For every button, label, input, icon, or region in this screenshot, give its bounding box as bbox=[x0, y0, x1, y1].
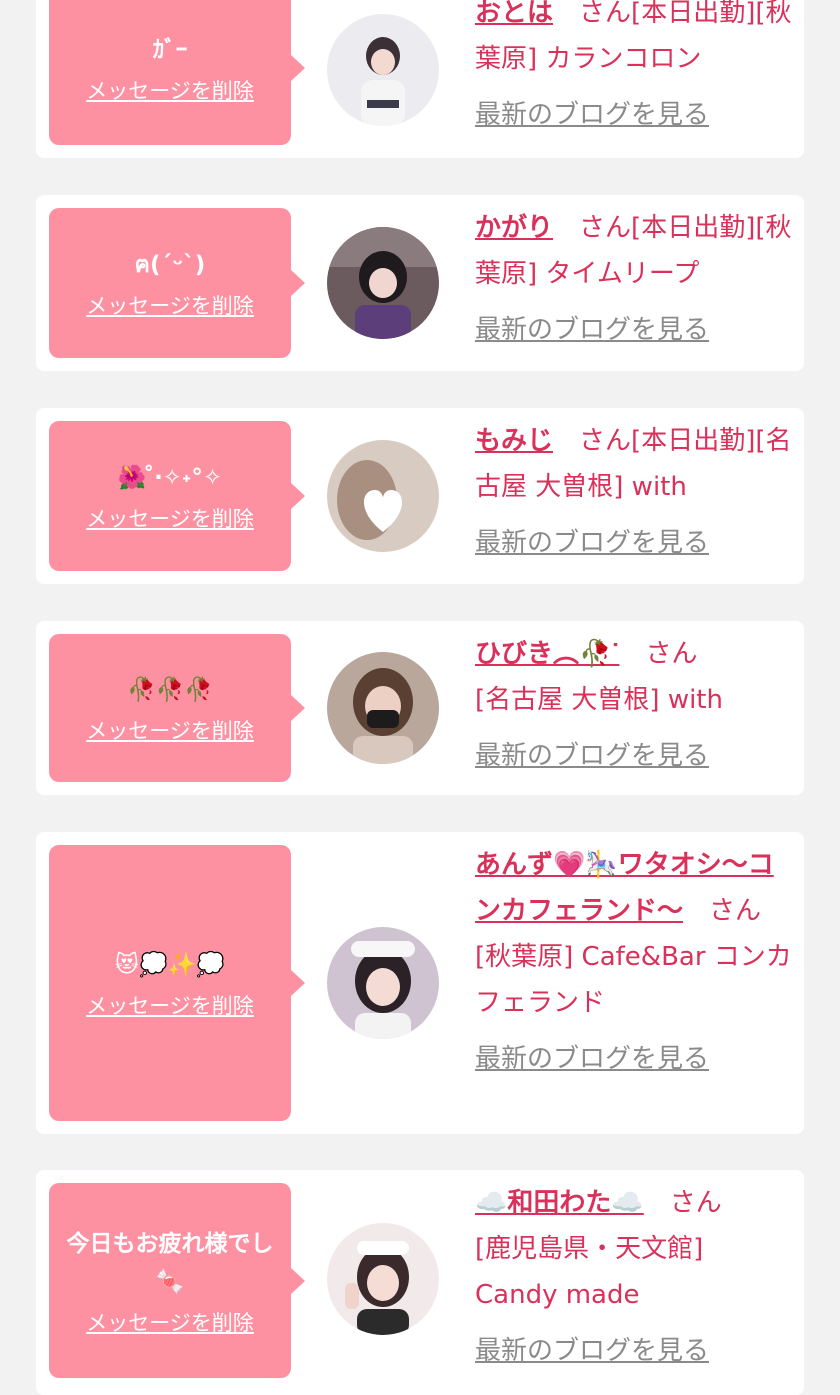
honorific: さん bbox=[709, 896, 762, 926]
cast-info: あんず💗🎠ワタオシ〜コンカフェランド〜 さん [秋葉原] Cafe&Bar コンカ… bbox=[475, 842, 795, 1082]
message-bubble: 😻💭✨💭 メッセージを削除 bbox=[49, 845, 305, 1121]
message-card: 🥀🥀🥀 メッセージを削除 ひびき︵🥀ᐝ さん [名古屋 大曽根] with 最新の… bbox=[36, 621, 804, 795]
message-text: ｶﾞｰ bbox=[152, 36, 188, 63]
delete-message-link[interactable]: メッセージを削除 bbox=[86, 290, 254, 320]
latest-blog-link[interactable]: 最新のブログを見る bbox=[475, 92, 795, 138]
cast-name-link[interactable]: かがり bbox=[475, 213, 553, 243]
avatar[interactable] bbox=[327, 440, 439, 552]
message-card: ฅ(ˊᵕˋ) メッセージを削除 かがり さん[本日出勤][秋葉原] タイムリープ… bbox=[36, 195, 804, 371]
latest-blog-link[interactable]: 最新のブログを見る bbox=[475, 520, 795, 566]
delete-message-link[interactable]: メッセージを削除 bbox=[86, 1307, 254, 1337]
message-text: 🥀🥀🥀 bbox=[127, 677, 213, 703]
message-text: 今日もお疲れ様でし🍬 bbox=[66, 1230, 274, 1295]
cast-name-link[interactable]: おとは bbox=[475, 0, 553, 28]
message-bubble: ｶﾞｰ メッセージを削除 bbox=[49, 0, 305, 145]
cast-info: かがり さん[本日出勤][秋葉原] タイムリープ 最新のブログを見る bbox=[475, 205, 795, 353]
cast-name-link[interactable]: もみじ bbox=[475, 426, 553, 456]
cast-detail: [鹿児島県・天文館] Candy made bbox=[475, 1234, 704, 1310]
latest-blog-link[interactable]: 最新のブログを見る bbox=[475, 733, 795, 779]
latest-blog-link[interactable]: 最新のブログを見る bbox=[475, 1328, 775, 1374]
message-bubble: ฅ(ˊᵕˋ) メッセージを削除 bbox=[49, 208, 305, 358]
message-card: 今日もお疲れ様でし🍬 メッセージを削除 ☁️和田わた☁️ さん [鹿児島県・天文館… bbox=[36, 1170, 804, 1395]
message-text: 😻💭✨💭 bbox=[115, 952, 225, 978]
cast-info: もみじ さん[本日出勤][名古屋 大曽根] with 最新のブログを見る bbox=[475, 418, 795, 566]
honorific: さん bbox=[669, 1188, 722, 1218]
message-card: ｶﾞｰ メッセージを削除 おとは さん[本日出勤][秋葉原] カランコロン 最新… bbox=[36, 0, 804, 158]
cast-name-link[interactable]: ☁️和田わた☁️ bbox=[475, 1188, 644, 1218]
latest-blog-link[interactable]: 最新のブログを見る bbox=[475, 307, 795, 353]
honorific: さん bbox=[645, 639, 698, 669]
delete-message-link[interactable]: メッセージを削除 bbox=[86, 715, 254, 745]
cast-info: おとは さん[本日出勤][秋葉原] カランコロン 最新のブログを見る bbox=[475, 0, 795, 138]
latest-blog-link[interactable]: 最新のブログを見る bbox=[475, 1036, 795, 1082]
message-bubble: 今日もお疲れ様でし🍬 メッセージを削除 bbox=[49, 1183, 305, 1378]
message-card: 🌺 ̊‧✧˖°✧ メッセージを削除 もみじ さん[本日出勤][名古屋 大曽根] … bbox=[36, 408, 804, 584]
message-bubble: 🌺 ̊‧✧˖°✧ メッセージを削除 bbox=[49, 421, 305, 571]
delete-message-link[interactable]: メッセージを削除 bbox=[86, 75, 254, 105]
cast-name-link[interactable]: ひびき︵🥀ᐝ bbox=[475, 639, 619, 669]
honorific: さん bbox=[579, 426, 632, 456]
message-text: ฅ(ˊᵕˋ) bbox=[134, 252, 206, 278]
message-card: 😻💭✨💭 メッセージを削除 あんず💗🎠ワタオシ〜コンカフェランド〜 さん [秋葉原… bbox=[36, 832, 804, 1134]
cast-info: ☁️和田わた☁️ さん [鹿児島県・天文館] Candy made 最新のブログを… bbox=[475, 1180, 775, 1374]
honorific: さん bbox=[579, 213, 632, 243]
cast-detail: [名古屋 大曽根] with bbox=[475, 685, 723, 715]
avatar[interactable] bbox=[327, 14, 439, 126]
avatar[interactable] bbox=[327, 1223, 439, 1335]
avatar[interactable] bbox=[327, 227, 439, 339]
cast-detail: [秋葉原] Cafe&Bar コンカフェランド bbox=[475, 942, 792, 1018]
avatar[interactable] bbox=[327, 652, 439, 764]
message-text: 🌺 ̊‧✧˖°✧ bbox=[117, 465, 223, 491]
cast-info: ひびき︵🥀ᐝ さん [名古屋 大曽根] with 最新のブログを見る bbox=[475, 631, 795, 779]
honorific: さん bbox=[579, 0, 632, 28]
message-bubble: 🥀🥀🥀 メッセージを削除 bbox=[49, 634, 305, 782]
delete-message-link[interactable]: メッセージを削除 bbox=[86, 503, 254, 533]
delete-message-link[interactable]: メッセージを削除 bbox=[86, 990, 254, 1020]
avatar[interactable] bbox=[327, 927, 439, 1039]
